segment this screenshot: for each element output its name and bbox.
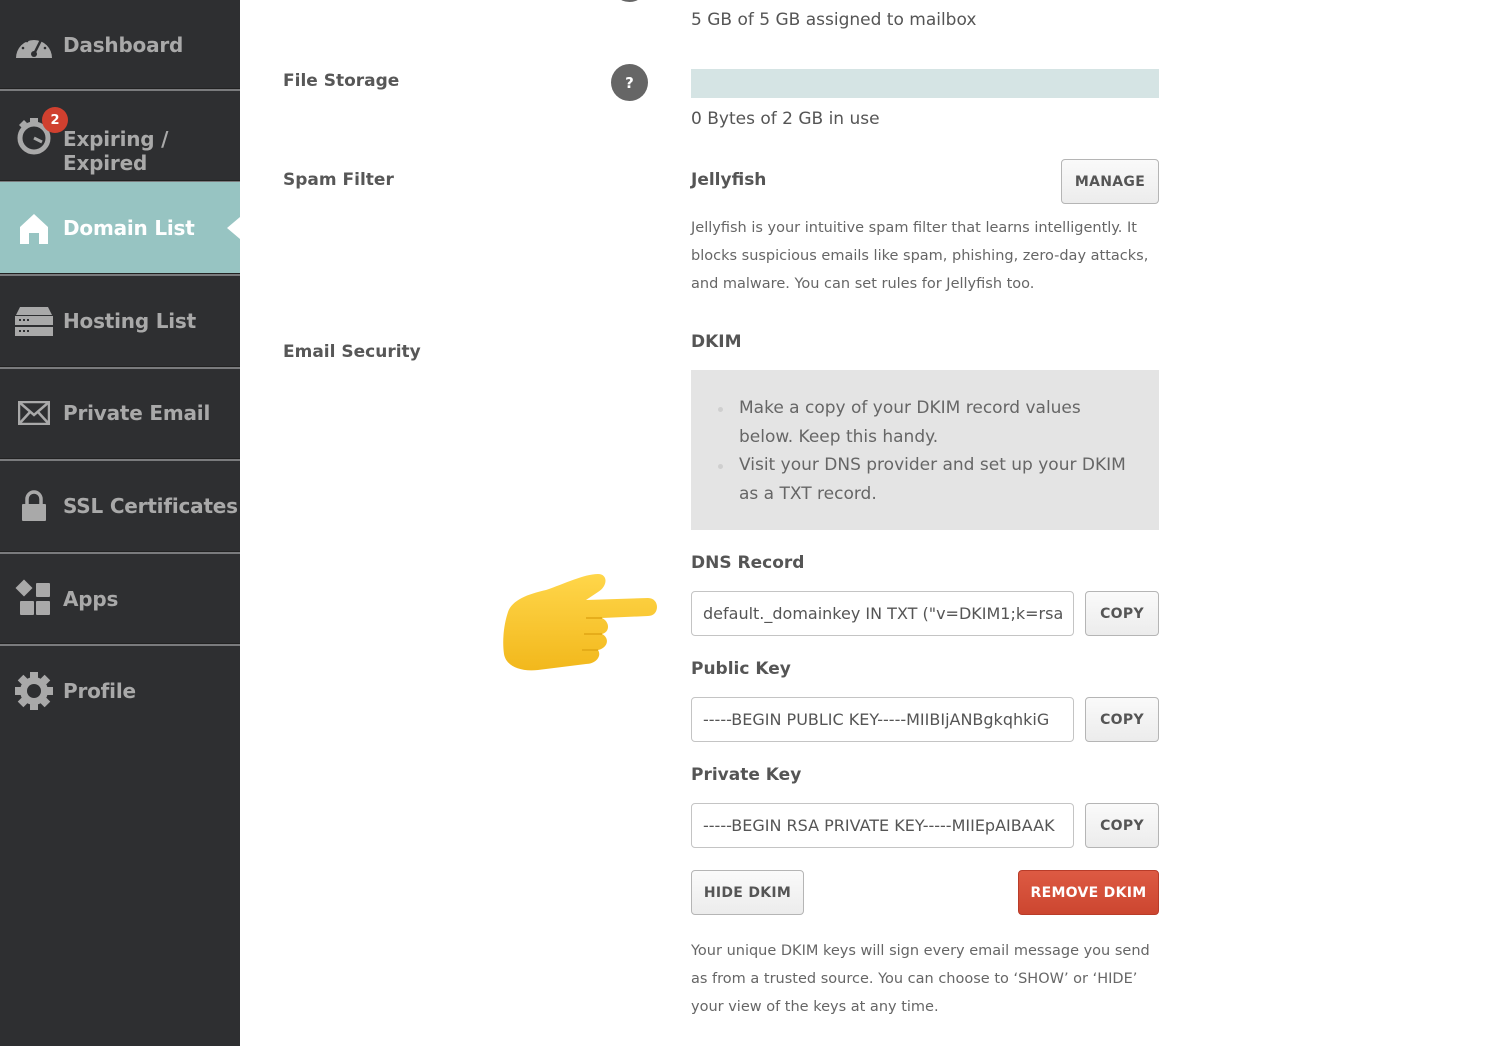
sidebar-item-label: Profile xyxy=(63,679,136,703)
dkim-instruction-item: Visit your DNS provider and set up your … xyxy=(718,451,1139,508)
help-icon[interactable] xyxy=(611,0,648,2)
home-icon xyxy=(14,208,54,248)
sidebar-item-label: Domain List xyxy=(63,216,195,240)
remove-dkim-button[interactable]: REMOVE DKIM xyxy=(1018,870,1159,915)
sidebar-item-label: Apps xyxy=(63,587,119,611)
lock-icon xyxy=(14,486,54,526)
hide-dkim-button[interactable]: HIDE DKIM xyxy=(691,870,804,915)
dns-record-field[interactable] xyxy=(691,591,1074,636)
manage-spam-filter-button[interactable]: MANAGE xyxy=(1061,159,1159,204)
sidebar-item-label: Hosting List xyxy=(63,309,196,333)
sidebar-item-ssl-certificates[interactable]: SSL Certificates xyxy=(0,461,240,551)
private-key-field[interactable] xyxy=(691,803,1074,848)
sidebar-item-label: Dashboard xyxy=(63,33,184,57)
sidebar-item-private-email[interactable]: Private Email xyxy=(0,368,240,458)
pointing-hand-emoji-icon xyxy=(498,560,663,680)
private-key-label: Private Key xyxy=(691,765,802,785)
file-storage-progress-bar xyxy=(691,69,1159,98)
public-key-label: Public Key xyxy=(691,659,791,679)
dkim-instructions-box: Make a copy of your DKIM record values b… xyxy=(691,370,1159,530)
sidebar-item-domain-list[interactable]: Domain List xyxy=(0,182,240,274)
public-key-field[interactable] xyxy=(691,697,1074,742)
mailbox-usage-text: 5 GB of 5 GB assigned to mailbox xyxy=(691,10,977,30)
dkim-instruction-item: Make a copy of your DKIM record values b… xyxy=(718,394,1139,451)
file-storage-label: File Storage xyxy=(283,71,400,91)
gear-icon xyxy=(14,671,54,711)
sidebar-item-apps[interactable]: Apps xyxy=(0,554,240,644)
envelope-icon xyxy=(14,393,54,433)
spam-filter-label: Spam Filter xyxy=(283,170,394,190)
sidebar: Dashboard 2 Expiring / Expired Domain Li… xyxy=(0,0,240,1046)
dkim-heading: DKIM xyxy=(691,332,742,352)
dashboard-gauge-icon xyxy=(14,25,54,65)
dns-record-label: DNS Record xyxy=(691,553,805,573)
dkim-footer-note: Your unique DKIM keys will sign every em… xyxy=(691,943,1150,1015)
sidebar-item-dashboard[interactable]: Dashboard xyxy=(0,0,240,90)
copy-public-key-button[interactable]: COPY xyxy=(1085,697,1159,742)
email-security-label: Email Security xyxy=(283,342,421,362)
help-icon[interactable]: ? xyxy=(611,64,648,101)
active-indicator xyxy=(227,217,240,239)
sidebar-item-label: Expiring / Expired xyxy=(63,127,169,175)
copy-dns-record-button[interactable]: COPY xyxy=(1085,591,1159,636)
apps-grid-icon xyxy=(14,579,54,619)
copy-private-key-button[interactable]: COPY xyxy=(1085,803,1159,848)
file-storage-usage-text: 0 Bytes of 2 GB in use xyxy=(691,109,880,129)
sidebar-item-hosting-list[interactable]: Hosting List xyxy=(0,276,240,366)
sidebar-item-profile[interactable]: Profile xyxy=(0,646,240,736)
sidebar-item-label: Private Email xyxy=(63,401,211,425)
sidebar-item-expiring[interactable]: 2 Expiring / Expired xyxy=(0,91,240,181)
sidebar-item-label: SSL Certificates xyxy=(63,494,238,518)
spam-filter-name: Jellyfish xyxy=(691,170,767,190)
spam-filter-description: Jellyfish is your intuitive spam filter … xyxy=(691,220,1149,292)
server-icon xyxy=(14,301,54,341)
